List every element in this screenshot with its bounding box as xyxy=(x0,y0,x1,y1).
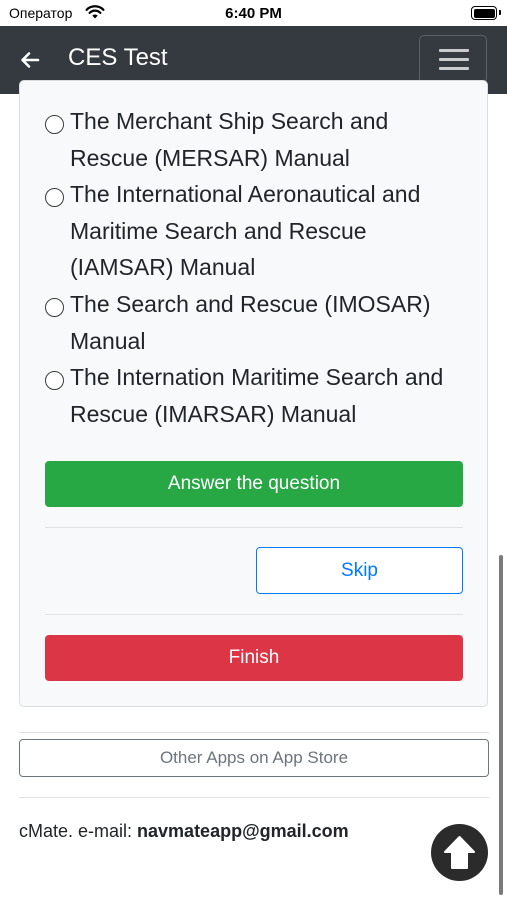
option-line-rest: Rescue (MERSAR) Manual xyxy=(70,144,350,171)
option-line-1: The Merchant Ship Search and xyxy=(70,108,389,134)
hamburger-icon-bar xyxy=(439,58,469,61)
answer-option-text: The Internation Maritime Search and Resc… xyxy=(70,359,475,432)
divider xyxy=(19,732,489,733)
option-line-1: The Search and Rescue (IMOSAR) xyxy=(70,291,431,317)
divider xyxy=(19,797,489,798)
radio-button[interactable] xyxy=(45,115,64,134)
divider xyxy=(45,614,463,615)
menu-toggle-button[interactable] xyxy=(419,35,487,83)
email-link[interactable]: navmateapp@gmail.com xyxy=(137,821,349,841)
battery-icon xyxy=(471,6,501,20)
skip-button[interactable]: Skip xyxy=(256,547,463,594)
answer-question-button[interactable]: Answer the question xyxy=(45,461,463,507)
status-bar: Оператор 6:40 PM xyxy=(0,0,507,26)
option-line-1: The International Aeronautical and xyxy=(70,181,421,207)
option-line-1: The Internation Maritime Search and xyxy=(70,364,444,390)
option-line-rest: Maritime Search and Rescue (IAMSAR) Manu… xyxy=(70,217,367,281)
answer-option-text: The Merchant Ship Search and Rescue (MER… xyxy=(70,103,475,176)
status-time: 6:40 PM xyxy=(225,5,282,22)
page-title: CES Test xyxy=(68,44,168,71)
radio-button[interactable] xyxy=(45,188,64,207)
divider xyxy=(45,527,463,528)
answer-option-text: The International Aeronautical and Marit… xyxy=(70,176,475,286)
finish-button[interactable]: Finish xyxy=(45,635,463,681)
scroll-to-top-button[interactable] xyxy=(431,824,488,881)
radio-button[interactable] xyxy=(45,371,64,390)
option-line-rest: Manual xyxy=(70,327,146,354)
arrow-up-icon xyxy=(444,836,475,869)
back-arrow-icon[interactable] xyxy=(18,48,42,72)
other-apps-button[interactable]: Other Apps on App Store xyxy=(19,739,489,777)
hamburger-icon-bar xyxy=(439,67,469,70)
contact-footer: cMate. e-mail: navmateapp@gmail.com xyxy=(19,821,349,842)
contact-label: cMate. e-mail: xyxy=(19,821,138,841)
page-scrollbar[interactable] xyxy=(499,555,503,895)
option-line-rest: Rescue (IMARSAR) Manual xyxy=(70,400,357,427)
answer-option-text: The Search and Rescue (IMOSAR) Manual xyxy=(70,286,475,359)
hamburger-icon-bar xyxy=(439,49,469,52)
radio-button[interactable] xyxy=(45,298,64,317)
